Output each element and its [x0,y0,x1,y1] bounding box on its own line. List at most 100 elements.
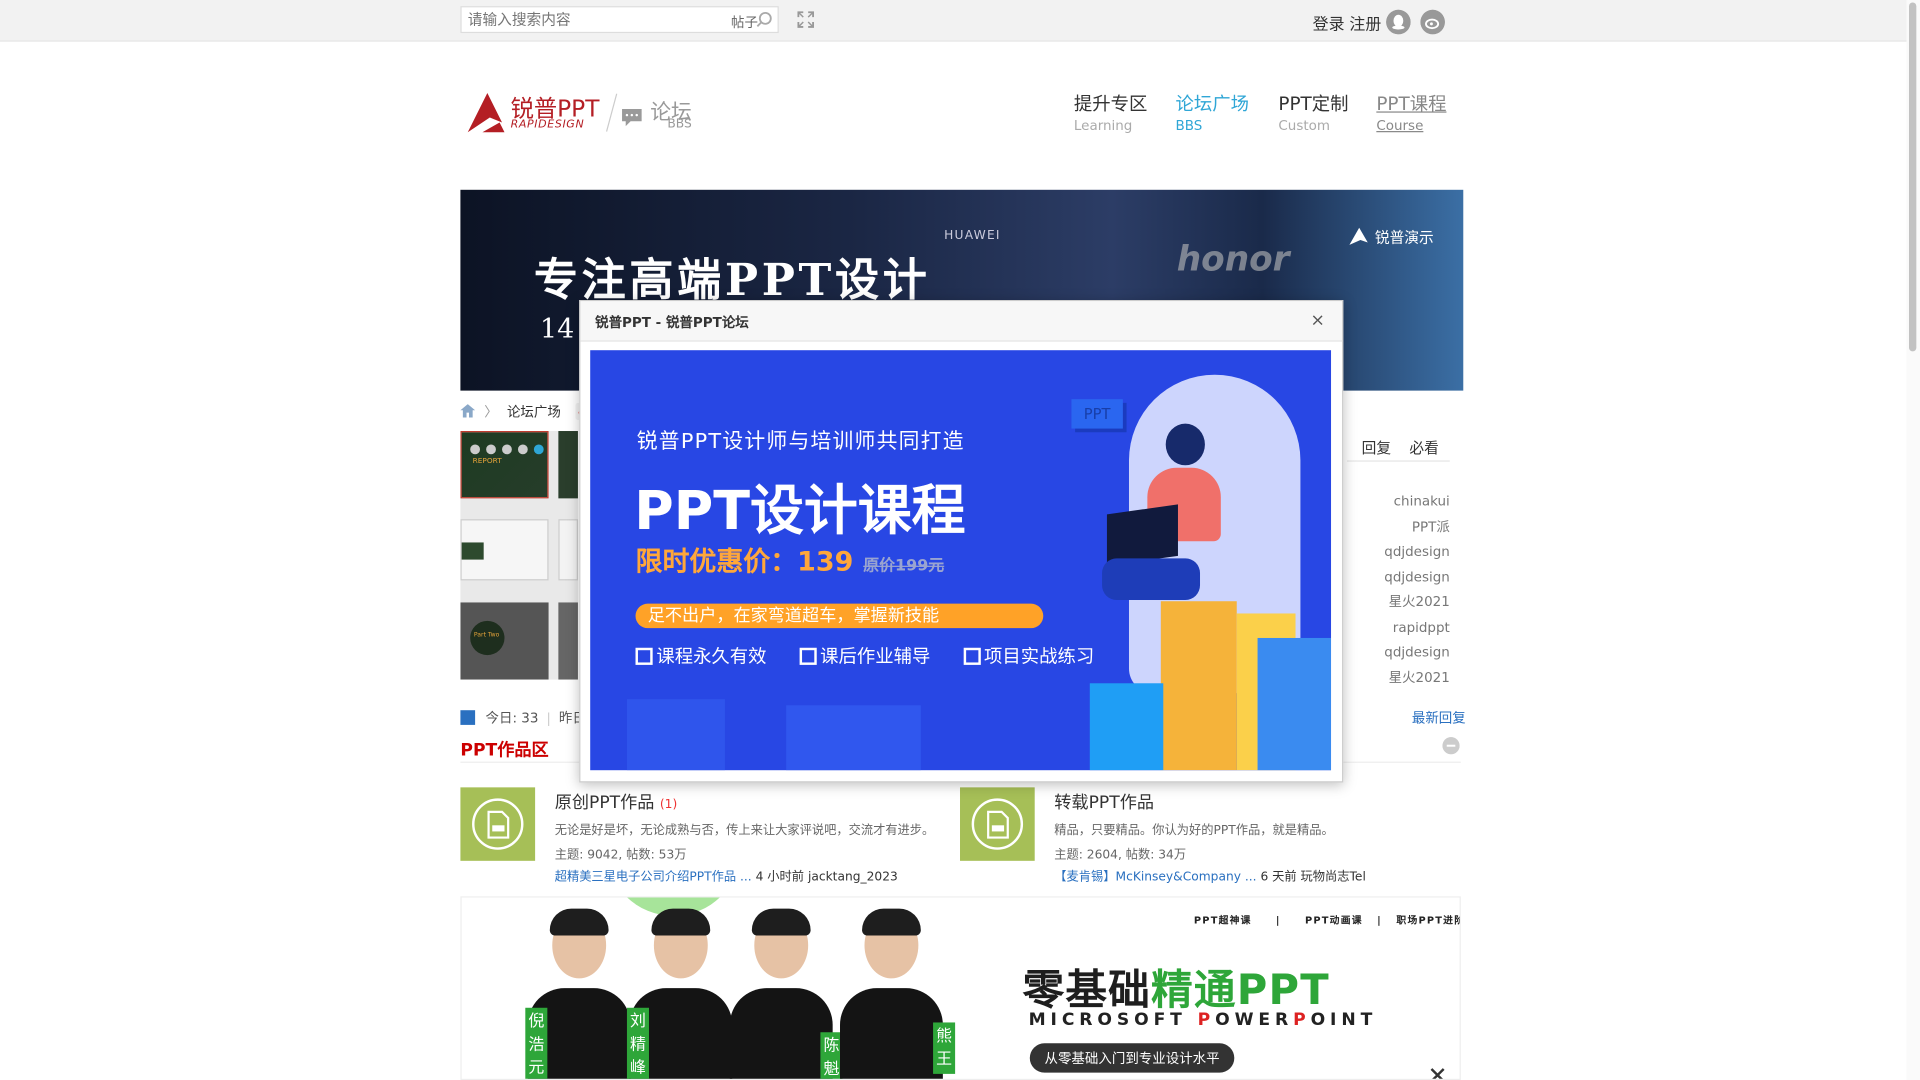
slider-dot[interactable] [517,444,528,455]
promo-check-text: 课后作业辅导 [820,645,931,668]
checkbox-icon [635,647,653,665]
ad-nav-item[interactable]: 职场PPT进阶 [1396,915,1459,926]
person-body [729,988,833,1079]
login-link[interactable]: 登录 [1313,11,1345,34]
promo-check-text: 课程永久有效 [656,645,767,668]
ad-person: 陈魁 [725,908,843,1079]
course-ad-banner[interactable]: 倪浩元 刘精峰 陈魁 熊王 PPT超神课 | PPT动画课 | 职场PPT进阶 … [460,896,1461,1080]
ad-nav-item[interactable]: PPT超神课 [1194,915,1252,926]
search-icon[interactable] [756,11,773,28]
home-icon[interactable] [460,404,476,418]
last-post-link[interactable]: 超精美三星电子公司介绍PPT作品 ... [555,871,752,884]
nav-sub: Course [1376,117,1424,134]
forum-icon[interactable] [960,787,1035,861]
nav-sub: Learning [1073,117,1133,134]
nav-custom[interactable]: PPT定制 Custom [1278,91,1348,133]
last-post-link[interactable]: 【麦肯锡】McKinsey&Company ... [1054,871,1256,884]
banner-honor: honor [1176,238,1290,280]
tab-reply[interactable]: 回复 [1362,437,1391,458]
fullscreen-icon[interactable] [797,11,814,28]
thumbnail-report-2[interactable] [558,431,578,499]
slider-dot-active[interactable] [533,444,544,455]
promo-image[interactable]: PPT 锐普PPT设计师与培训师共同打造 PPT设计课程 限时优惠价：139 原价… [590,350,1332,771]
breadcrumb-current[interactable]: 论坛广场 [507,404,561,420]
dialog-header: 锐普PPT - 锐普PPT论坛 × [580,301,1343,342]
promo-check: 项目实战练习 [963,645,1094,667]
ad-pill: 从零基础入门到专业设计水平 [1029,1043,1235,1073]
weibo-icon[interactable] [1420,9,1445,35]
forum-name[interactable]: 转载PPT作品 [1054,790,1154,814]
nav-title: 论坛广场 [1175,93,1250,116]
collapse-icon[interactable] [1442,737,1460,755]
last-post-user[interactable]: jacktang_2023 [808,871,898,884]
promo-price-label: 限时优惠价： [635,547,798,578]
qq-icon[interactable] [1386,9,1411,35]
list-item[interactable]: chinakui [1347,490,1450,515]
ad-ms-a: MICROSOFT [1028,1010,1198,1030]
list-item[interactable]: qdjdesign [1347,640,1450,665]
ad-headline: 零基础精通PPT [1022,956,1329,1016]
promo-price: 限时优惠价：139 原价199元 [636,540,945,579]
ad-nav-item[interactable]: PPT动画课 [1305,915,1363,926]
forum-icon[interactable] [460,787,536,861]
thumbnail-slider[interactable]: REPORT Part Two [460,431,578,680]
forum-name-text[interactable]: 原创PPT作品 [555,793,655,813]
scrollbar-thumb[interactable] [1908,2,1917,352]
search-input[interactable] [461,7,719,32]
promo-check: 课后作业辅导 [799,645,930,667]
ad-nav-sep: | [1377,914,1382,926]
list-item[interactable]: qdjdesign [1347,565,1450,590]
list-item[interactable]: qdjdesign [1347,540,1450,565]
ppt-file-icon [472,798,524,850]
thumbnail-part-2[interactable] [558,602,578,680]
list-item[interactable]: PPT派 [1347,515,1450,540]
thumbnail-slide[interactable] [460,519,549,581]
list-item[interactable]: 星火2021 [1347,590,1450,615]
promo-line2: PPT设计课程 [634,480,966,543]
register-link[interactable]: 注册 [1349,11,1381,34]
person-hair [651,908,711,936]
last-post-user[interactable]: 玩物尚志Tel [1301,871,1366,884]
list-item[interactable]: 星火2021 [1347,666,1450,691]
section-title[interactable]: PPT作品区 [460,737,548,761]
dialog-close-button[interactable]: × [1311,311,1325,331]
banner-huawei: HUAWEI [944,228,1001,243]
illus-person-legs [1102,558,1201,601]
breadcrumb: 〉 论坛广场 [460,402,595,422]
promo-orig-price: 原价199元 [863,557,945,576]
banner-brand-text: 锐普演示 [1374,228,1434,247]
slider-dot[interactable] [502,444,512,455]
ad-close-icon[interactable] [1429,1067,1446,1080]
forum-desc: 无论是好是坏，无论成熟与否，传上来让大家评说吧，交流才有进步。 [554,824,935,838]
side-tabs-divider [1346,460,1450,462]
nav-bbs[interactable]: 论坛广场 BBS [1175,91,1250,133]
nav-course[interactable]: PPT课程 Course [1376,91,1446,134]
thumbnail-part[interactable]: Part Two [460,602,549,680]
slider-dot[interactable] [470,444,481,455]
banner-number: 14 [540,314,575,346]
slider-dots [470,441,550,459]
thumbnail-slide-2[interactable] [558,519,578,581]
search-box[interactable]: 帖子 [460,6,779,34]
illus-person-head [1165,423,1205,466]
promo-price-value: 139 [797,547,854,578]
tab-must-see[interactable]: 必看 [1409,437,1438,458]
latest-reply-link[interactable]: 最新回复 [1412,708,1466,728]
illus-laptop [1106,504,1178,566]
last-post-time: 6 天前 [1260,870,1297,885]
forum-name-text[interactable]: 转载PPT作品 [1054,793,1154,813]
site-logo[interactable]: 锐普PPT RAPIDESIGN 论坛 BBS [465,88,710,139]
page-scrollbar[interactable] [1906,0,1920,1080]
ad-subline: MICROSOFT POWERPOINT [1029,1010,1378,1030]
banner-logo-icon [1349,227,1368,245]
search-scope[interactable]: 帖子 [731,12,758,32]
last-post-time: 4 小时前 [755,870,805,885]
ad-ms-b: P [1197,1010,1216,1030]
illus-cube-faint [626,699,725,771]
nav-learning[interactable]: 提升专区 Learning [1073,91,1147,134]
forum-name[interactable]: 原创PPT作品 (1) [555,790,678,814]
slider-dot[interactable] [486,444,496,455]
list-item[interactable]: rapidppt [1347,615,1450,640]
person-hair [549,908,609,936]
checkbox-icon [799,647,817,665]
